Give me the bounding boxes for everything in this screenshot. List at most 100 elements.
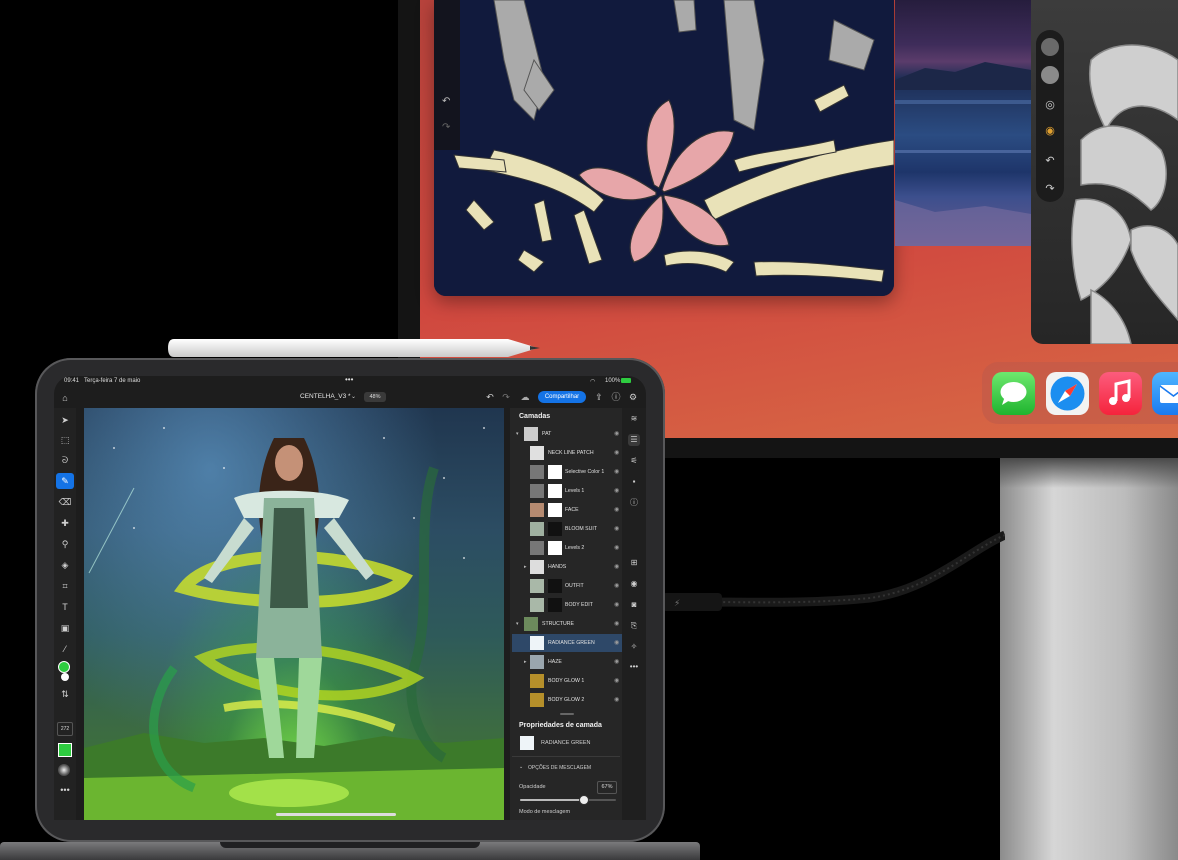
- multitask-dots-icon[interactable]: •••: [345, 375, 353, 384]
- fill-tool-icon[interactable]: ◈: [56, 557, 74, 573]
- color-swatch-light[interactable]: [1041, 66, 1059, 84]
- help-icon[interactable]: ⓘ: [610, 391, 622, 403]
- move-tool-icon[interactable]: ➤: [56, 412, 74, 428]
- layer-row[interactable]: Levels 2 ◉: [512, 539, 622, 557]
- visibility-eye-icon[interactable]: ◉: [614, 634, 619, 652]
- cloud-icon[interactable]: ☁: [518, 391, 532, 403]
- lasso-tool-icon[interactable]: ᘐ: [56, 452, 74, 468]
- healing-tool-icon[interactable]: ✚: [56, 515, 74, 531]
- layer-row[interactable]: ▾ STRUCTURE ◉: [512, 615, 622, 633]
- document-title[interactable]: CENTELHA_V3 *: [300, 393, 351, 400]
- active-color-swatch[interactable]: [58, 743, 72, 757]
- type-tool-icon[interactable]: T: [56, 599, 74, 615]
- redo-icon[interactable]: ↷: [500, 391, 512, 403]
- brush-settings-icon[interactable]: ◎: [1041, 96, 1059, 114]
- layer-row[interactable]: ▾ PAT ◉: [512, 425, 622, 443]
- visibility-eye-icon[interactable]: ◉: [614, 577, 619, 595]
- undo-icon[interactable]: ↶: [484, 391, 496, 403]
- visibility-eye-icon[interactable]: ◉: [614, 425, 619, 443]
- visibility-eye-icon[interactable]: ◉: [614, 539, 619, 557]
- brush-hardness-icon[interactable]: [58, 764, 70, 776]
- visibility-icon[interactable]: ◉: [628, 578, 640, 590]
- layers-icon[interactable]: ≋: [628, 413, 640, 425]
- home-icon[interactable]: ⌂: [58, 392, 72, 404]
- clip-layer-icon[interactable]: ⎘: [628, 620, 640, 632]
- layer-row[interactable]: Levels 1 ◉: [512, 482, 622, 500]
- expand-arrow-icon[interactable]: ▸: [524, 653, 527, 671]
- layer-properties-icon[interactable]: ☰: [628, 434, 640, 446]
- info-icon[interactable]: ⓘ: [628, 497, 640, 509]
- visibility-eye-icon[interactable]: ◉: [614, 463, 619, 481]
- foreground-color-swatch[interactable]: [58, 661, 70, 673]
- brush-size-field[interactable]: 272: [57, 722, 73, 736]
- artwork-canvas[interactable]: [84, 408, 504, 820]
- expand-arrow-icon[interactable]: ▾: [516, 615, 519, 633]
- redo-icon[interactable]: ↷: [1041, 180, 1059, 198]
- visibility-eye-icon[interactable]: ◉: [614, 520, 619, 538]
- visibility-eye-icon[interactable]: ◉: [614, 558, 619, 576]
- layer-row[interactable]: ▸ HAZE ◉: [512, 653, 622, 671]
- add-layer-icon[interactable]: ⊞: [628, 557, 640, 569]
- layer-row-selected[interactable]: RADIANCE GREEN ◉: [512, 634, 622, 652]
- export-icon[interactable]: ⇪: [593, 391, 605, 403]
- material-icon[interactable]: ◉: [1041, 122, 1059, 140]
- chevron-down-icon[interactable]: ⌄: [519, 764, 523, 770]
- blend-options-header[interactable]: OPÇÕES DE MESCLAGEM: [528, 765, 591, 771]
- layer-row[interactable]: OUTFIT ◉: [512, 577, 622, 595]
- place-image-icon[interactable]: ▣: [56, 620, 74, 636]
- visibility-eye-icon[interactable]: ◉: [614, 691, 619, 709]
- transform-tool-icon[interactable]: ⬚: [56, 432, 74, 448]
- music-app-icon[interactable]: [1099, 372, 1142, 415]
- mask-icon[interactable]: ◙: [628, 599, 640, 611]
- settings-gear-icon[interactable]: ⚙: [627, 391, 639, 403]
- visibility-eye-icon[interactable]: ◉: [614, 615, 619, 633]
- brush-tool-icon[interactable]: ✎: [56, 473, 74, 489]
- layer-name: HAZE: [548, 659, 562, 665]
- stand-shadow: [1000, 458, 1178, 488]
- background-color-swatch[interactable]: [61, 673, 69, 681]
- more-options-icon[interactable]: •••: [628, 661, 640, 673]
- zoom-level[interactable]: 48%: [364, 392, 386, 402]
- more-tools-icon[interactable]: •••: [56, 782, 74, 798]
- visibility-eye-icon[interactable]: ◉: [614, 482, 619, 500]
- layer-row[interactable]: BODY GLOW 1 ◉: [512, 672, 622, 690]
- layer-row[interactable]: BLOOM SUIT ◉: [512, 520, 622, 538]
- expand-arrow-icon[interactable]: ▸: [524, 558, 527, 576]
- expand-arrow-icon[interactable]: ▾: [516, 425, 519, 443]
- visibility-eye-icon[interactable]: ◉: [614, 501, 619, 519]
- clone-stamp-icon[interactable]: ⚲: [56, 536, 74, 552]
- panel-resize-handle[interactable]: [560, 713, 574, 715]
- messages-app-icon[interactable]: [992, 372, 1035, 415]
- layer-row[interactable]: BODY GLOW 2 ◉: [512, 691, 622, 709]
- layer-row[interactable]: Selective Color 1 ◉: [512, 463, 622, 481]
- layer-mask: [548, 484, 562, 498]
- color-swatch-dark[interactable]: [1041, 38, 1059, 56]
- mail-app-icon[interactable]: [1152, 372, 1178, 415]
- fantasy-figure-artwork: [84, 427, 504, 820]
- share-button[interactable]: Compartilhar: [538, 391, 586, 403]
- swap-colors-icon[interactable]: ⇅: [56, 686, 74, 702]
- visibility-eye-icon[interactable]: ◉: [614, 672, 619, 690]
- crop-tool-icon[interactable]: ⌗: [56, 578, 74, 594]
- safari-app-icon[interactable]: [1046, 372, 1089, 415]
- sketch-app-window[interactable]: [434, 0, 894, 296]
- layer-row[interactable]: FACE ◉: [512, 501, 622, 519]
- blend-icon[interactable]: ✧: [628, 641, 640, 653]
- opacity-slider-thumb[interactable]: [579, 795, 589, 805]
- redo-icon[interactable]: ↷: [442, 122, 450, 133]
- visibility-eye-icon[interactable]: ◉: [614, 444, 619, 462]
- visibility-eye-icon[interactable]: ◉: [614, 596, 619, 614]
- layer-row[interactable]: BODY EDIT ◉: [512, 596, 622, 614]
- adjustments-icon[interactable]: ⚟: [628, 455, 640, 467]
- opacity-value-field[interactable]: 67%: [597, 781, 617, 794]
- undo-icon[interactable]: ↶: [442, 96, 450, 107]
- layer-row[interactable]: NECK LINE PATCH ◉: [512, 444, 622, 462]
- eyedropper-icon[interactable]: ⁄: [56, 641, 74, 657]
- undo-icon[interactable]: ↶: [1041, 152, 1059, 170]
- layer-row[interactable]: ▸ HANDS ◉: [512, 558, 622, 576]
- visibility-eye-icon[interactable]: ◉: [614, 653, 619, 671]
- eraser-tool-icon[interactable]: ⌫: [56, 494, 74, 510]
- comments-icon[interactable]: ▪: [628, 476, 640, 488]
- lake-photo-window[interactable]: [895, 0, 1031, 246]
- chevron-down-icon[interactable]: ⌄: [351, 393, 356, 400]
